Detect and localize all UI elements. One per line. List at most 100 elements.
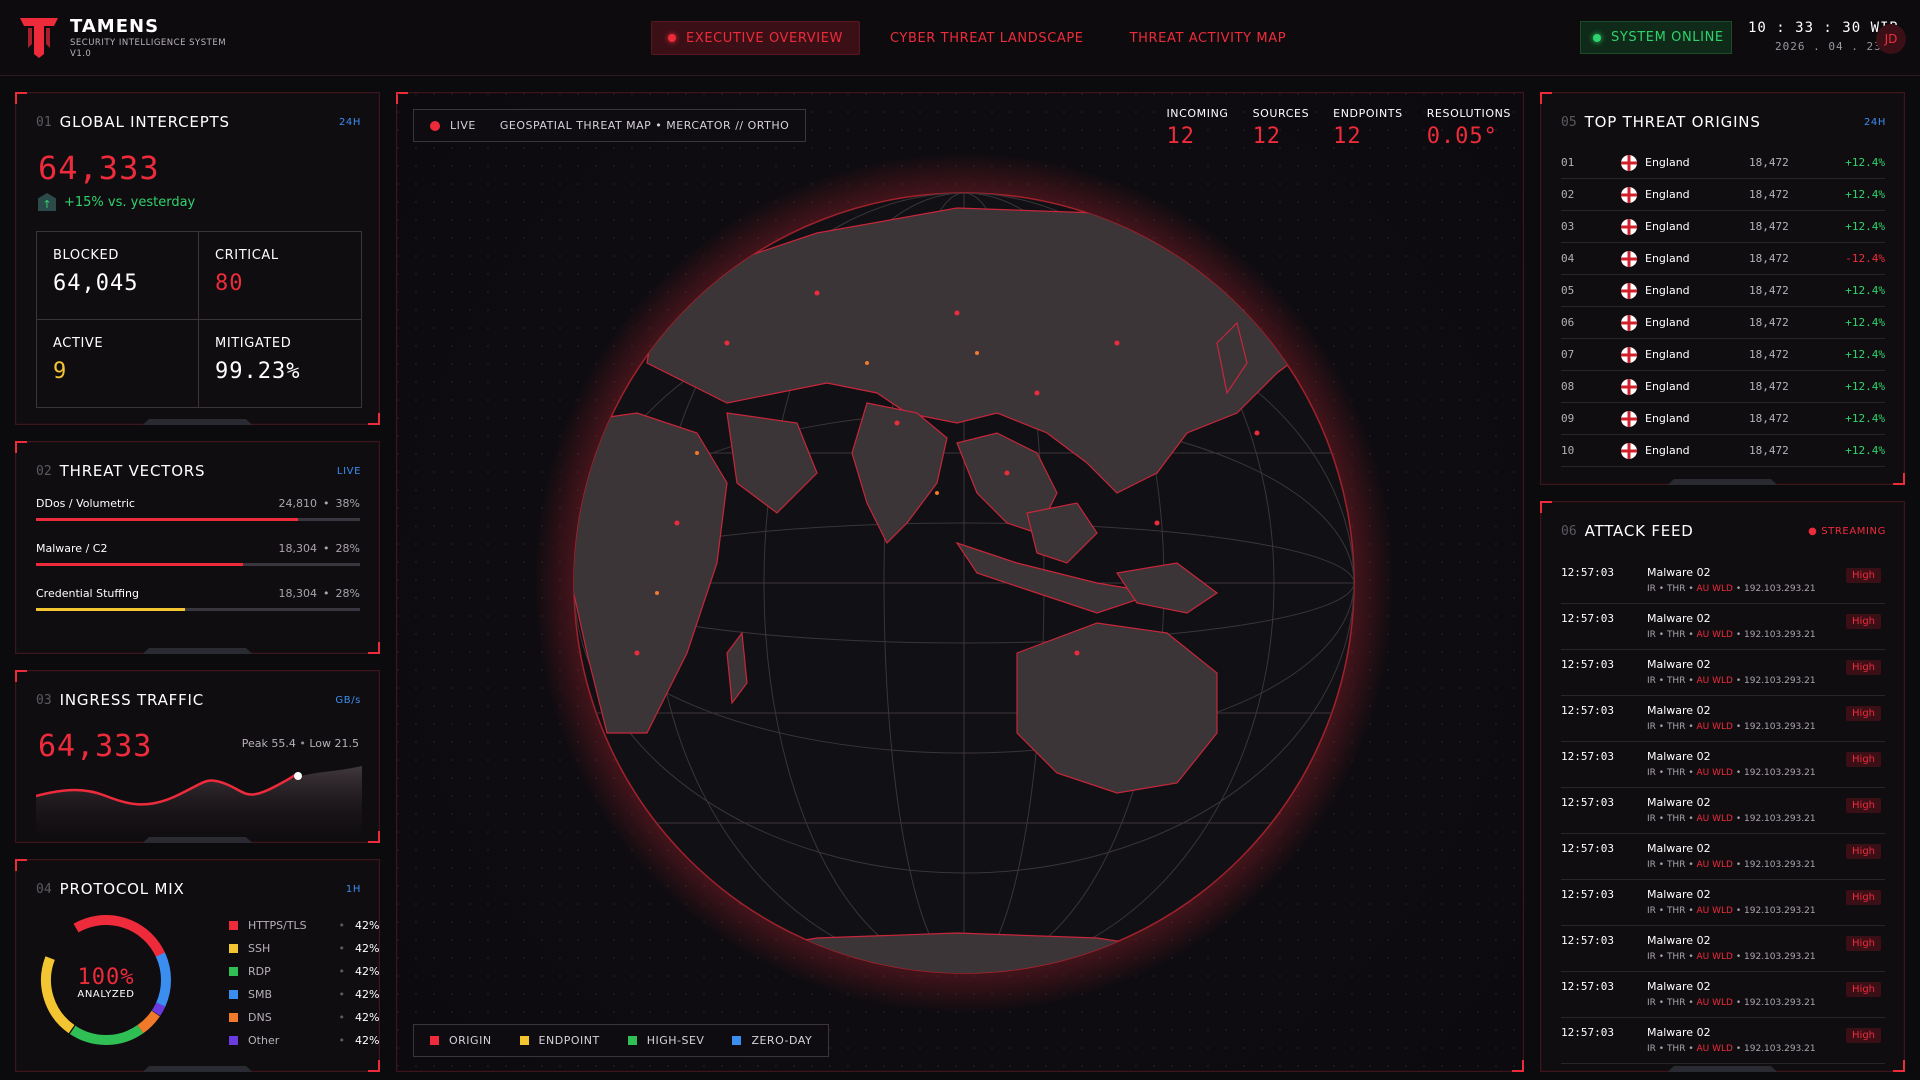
map-legend: ORIGIN ENDPOINT HIGH-SEV ZERO-DAY [413, 1024, 830, 1057]
origin-row[interactable]: 03 England 18,472 +12.4% [1561, 211, 1885, 243]
global-intercepts-panel: 01 GLOBAL INTERCEPTS 24H 64,333 ↑ +15% vs.… [15, 92, 380, 425]
feed-row[interactable]: 12:57:03 Malware 02 IR • THR • AU WLD • 19… [1561, 696, 1885, 742]
stat-value: 12 [1252, 124, 1282, 149]
panel-title: INGRESS TRAFFIC [59, 691, 205, 709]
vector-count: 24,810 [278, 497, 318, 510]
origin-row[interactable]: 08 England 18,472 +12.4% [1561, 371, 1885, 403]
feed-row[interactable]: 12:57:03 Malware 02 IR • THR • AU WLD • 19… [1561, 880, 1885, 926]
feed-meta-a: IR • THR • [1647, 952, 1694, 962]
user-avatar[interactable]: JD [1876, 24, 1906, 54]
origin-row[interactable]: 07 England 18,472 +12.4% [1561, 339, 1885, 371]
feed-meta-region: AU WLD [1696, 860, 1733, 870]
vector-percent: 28% [335, 587, 360, 600]
protocol-item[interactable]: RDP • 42% [229, 960, 379, 983]
stat-label: SOURCES [1252, 107, 1310, 120]
feed-row[interactable]: 12:57:03 Malware 02 IR • THR • AU WLD • 19… [1561, 742, 1885, 788]
feed-threat-name: Malware 02 [1647, 566, 1711, 579]
main-nav: EXECUTIVE OVERVIEW CYBER THREAT LANDSCAP… [651, 21, 1302, 55]
tab-cyber-threat-landscape[interactable]: CYBER THREAT LANDSCAPE [874, 21, 1100, 55]
origin-row[interactable]: 09 England 18,472 +12.4% [1561, 403, 1885, 435]
feed-row[interactable]: 12:57:03 Malware 02 IR • THR • AU WLD • 19… [1561, 834, 1885, 880]
system-status-badge[interactable]: SYSTEM ONLINE [1580, 21, 1732, 54]
tamens-logo-icon[interactable] [18, 14, 60, 58]
uk-flag-icon [1621, 410, 1637, 427]
feed-meta: IR • THR • AU WLD • 192.103.293.21 [1647, 906, 1816, 916]
legend-item-origin[interactable]: ORIGIN [430, 1034, 492, 1047]
map-title: GEOSPATIAL THREAT MAP • MERCATOR // ORTH… [499, 119, 790, 132]
protocol-item[interactable]: Other • 42% [229, 1029, 379, 1052]
tab-threat-activity-map[interactable]: THREAT ACTIVITY MAP [1114, 21, 1303, 55]
vector-item[interactable]: DDos / Volumetric 24,810 • 38% [36, 497, 360, 521]
threat-vectors-panel: 02 THREAT VECTORS LIVE DDos / Volumetric 2… [15, 441, 380, 654]
separator: • [338, 988, 346, 1001]
feed-row[interactable]: 12:57:03 Malware 02 IR • THR • AU WLD • 19… [1561, 1018, 1885, 1064]
threat-marker-endpoint [975, 351, 979, 355]
protocol-name: HTTPS/TLS [248, 919, 307, 932]
origin-row[interactable]: 01 England 18,472 +12.4% [1561, 147, 1885, 179]
map-title-bar: LIVE GEOSPATIAL THREAT MAP • MERCATOR //… [413, 109, 807, 142]
timeframe-tag[interactable]: 24H [1864, 117, 1886, 128]
panel-header: 05 TOP THREAT ORIGINS [1561, 113, 1761, 131]
threat-marker-origin [894, 420, 900, 426]
stat-label: ACTIVE [53, 335, 104, 351]
live-tag[interactable]: LIVE [337, 466, 361, 477]
feed-row[interactable]: 12:57:03 Malware 02 IR • THR • AU WLD • 19… [1561, 650, 1885, 696]
feed-row[interactable]: 12:57:03 Malware 02 IR • THR • AU WLD • 19… [1561, 558, 1885, 604]
legend-item-high-sev[interactable]: HIGH-SEV [627, 1034, 705, 1047]
separator: • [299, 737, 306, 750]
donut-center-label: ANALYZED [77, 989, 135, 1000]
feed-meta-region: AU WLD [1696, 676, 1733, 686]
origin-row[interactable]: 10 England 18,472 +12.4% [1561, 435, 1885, 467]
origin-row[interactable]: 05 England 18,472 +12.4% [1561, 275, 1885, 307]
feed-row[interactable]: 12:57:03 Malware 02 IR • THR • AU WLD • 19… [1561, 788, 1885, 834]
threat-marker-origin [1004, 470, 1010, 476]
panel-number: 02 [36, 463, 52, 479]
feed-meta-ip: • 192.103.293.21 [1735, 584, 1816, 594]
threat-map-panel: LIVE GEOSPATIAL THREAT MAP • MERCATOR //… [396, 92, 1525, 1073]
protocol-item[interactable]: DNS • 42% [229, 1006, 379, 1029]
swatch-icon [229, 1036, 238, 1045]
origin-row[interactable]: 02 England 18,472 +12.4% [1561, 179, 1885, 211]
active-dot-icon [668, 34, 676, 42]
feed-meta-a: IR • THR • [1647, 722, 1694, 732]
feed-time: 12:57:03 [1561, 566, 1614, 579]
severity-badge: High [1846, 982, 1881, 997]
vector-percent: 38% [335, 497, 360, 510]
feed-row[interactable]: 12:57:03 Malware 02 IR • THR • AU WLD • 19… [1561, 972, 1885, 1018]
feed-row[interactable]: 12:57:03 Malware 02 IR • THR • AU WLD • 19… [1561, 604, 1885, 650]
origin-row[interactable]: 04 England 18,472 -12.4% [1561, 243, 1885, 275]
vector-item[interactable]: Credential Stuffing 18,304 • 28% [36, 587, 360, 611]
feed-meta: IR • THR • AU WLD • 192.103.293.21 [1647, 998, 1816, 1008]
feed-threat-name: Malware 02 [1647, 1026, 1711, 1039]
protocol-item[interactable]: SSH • 42% [229, 937, 379, 960]
protocol-item[interactable]: SMB • 42% [229, 983, 379, 1006]
unit-tag[interactable]: GB/s [335, 695, 361, 706]
panel-title: GLOBAL INTERCEPTS [59, 113, 230, 131]
origin-row[interactable]: 06 England 18,472 +12.4% [1561, 307, 1885, 339]
timeframe-tag[interactable]: 1H [346, 884, 361, 895]
feed-meta: IR • THR • AU WLD • 192.103.293.21 [1647, 814, 1816, 824]
separator: • [338, 965, 346, 978]
timeframe-tag[interactable]: 24H [339, 117, 361, 128]
feed-threat-name: Malware 02 [1647, 750, 1711, 763]
tab-label: CYBER THREAT LANDSCAPE [889, 30, 1084, 46]
stat-value: 64,045 [53, 271, 139, 296]
live-dot-icon [430, 120, 440, 131]
globe-map[interactable] [397, 93, 1525, 1073]
protocol-percent: 42% [355, 1011, 380, 1024]
panel-header: 01 GLOBAL INTERCEPTS [36, 113, 230, 131]
tab-executive-overview[interactable]: EXECUTIVE OVERVIEW [651, 21, 860, 55]
origin-country: England [1645, 220, 1690, 233]
uk-flag-icon [1621, 250, 1637, 267]
legend-item-endpoint[interactable]: ENDPOINT [519, 1034, 600, 1047]
uk-flag-icon [1621, 314, 1637, 331]
feed-meta-ip: • 192.103.293.21 [1735, 722, 1816, 732]
separator: • [338, 1034, 346, 1047]
feed-meta-a: IR • THR • [1647, 1044, 1694, 1054]
feed-row[interactable]: 12:57:03 Malware 02 IR • THR • AU WLD • 19… [1561, 926, 1885, 972]
legend-item-zero-day[interactable]: ZERO-DAY [732, 1034, 812, 1047]
streaming-tag[interactable]: ● STREAMING [1808, 526, 1886, 537]
severity-badge: High [1846, 798, 1881, 813]
protocol-item[interactable]: HTTPS/TLS • 42% [229, 914, 379, 937]
vector-item[interactable]: Malware / C2 18,304 • 28% [36, 542, 360, 566]
